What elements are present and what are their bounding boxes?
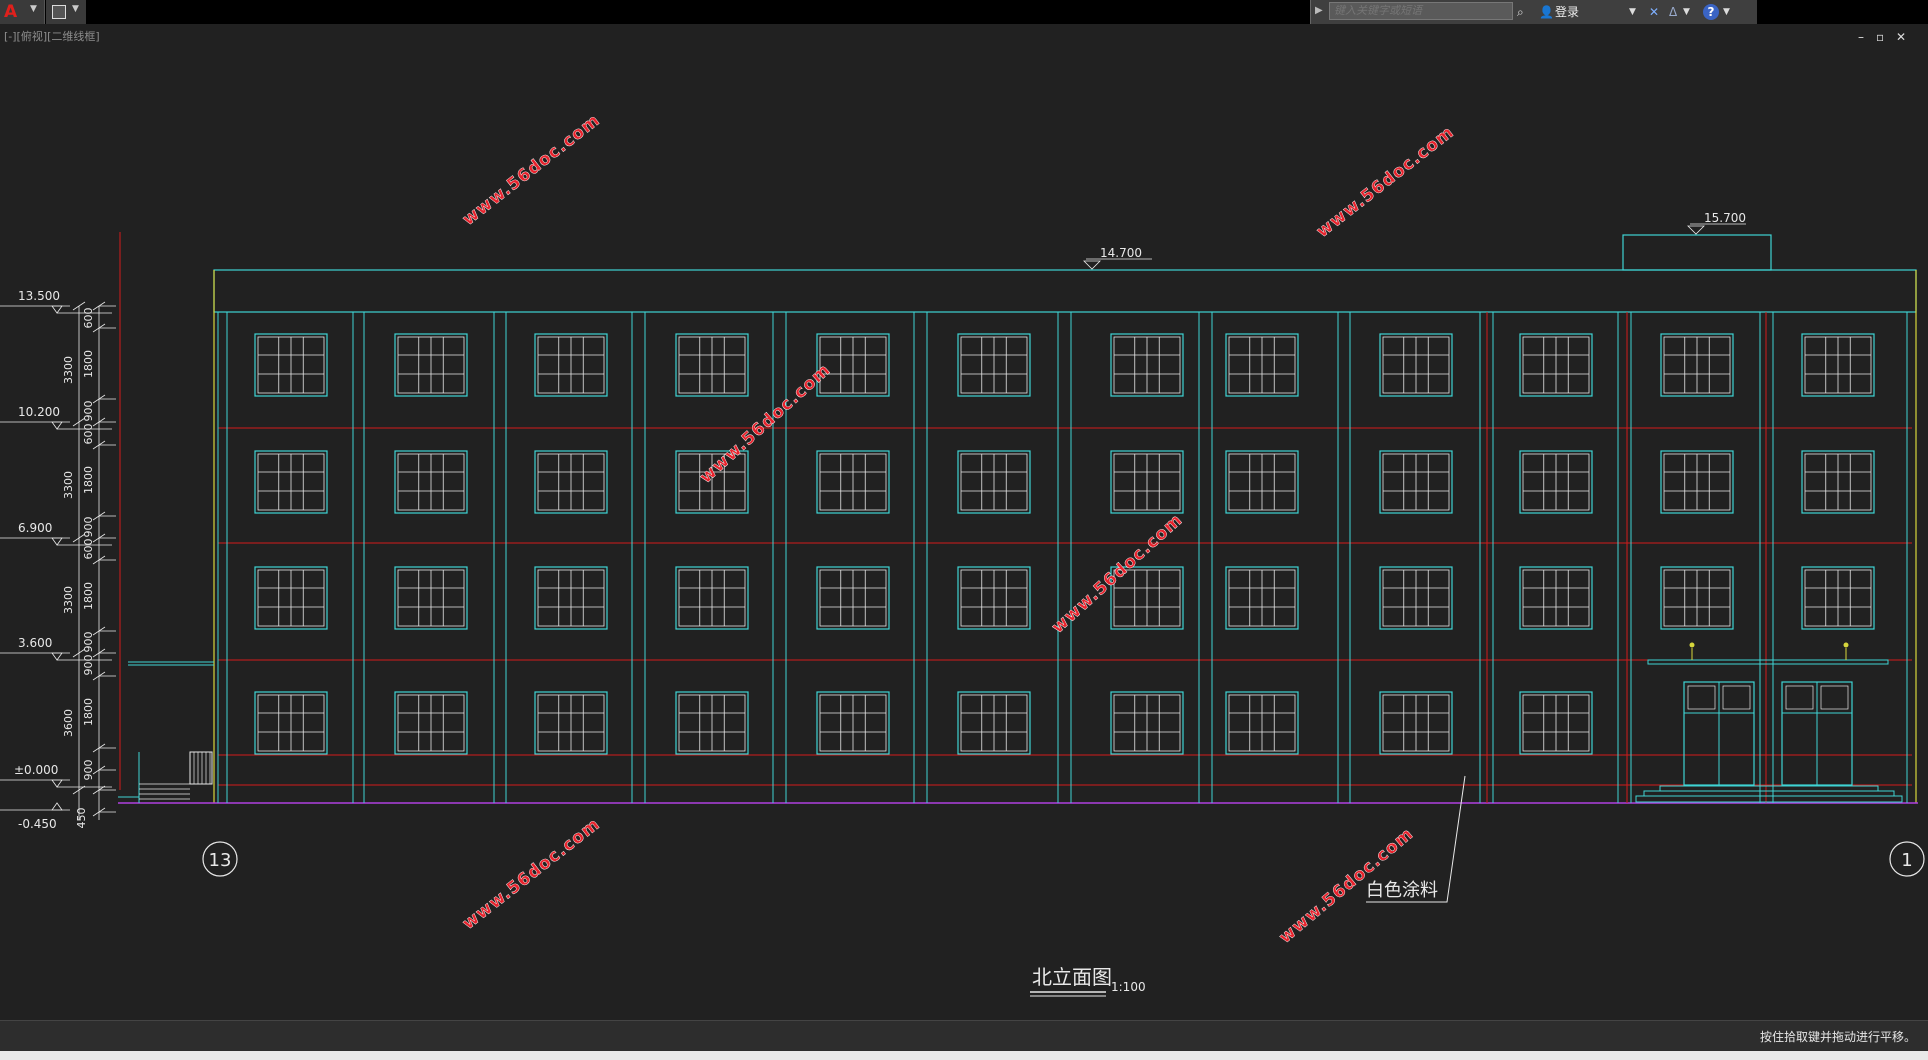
level-marker — [51, 305, 63, 314]
watermark-text: www.56doc.com — [1313, 122, 1458, 242]
door-glass — [1687, 685, 1716, 710]
parapet — [213, 269, 1917, 313]
drawing-scale: 1:100 — [1111, 980, 1146, 994]
axis-label: 1 — [1901, 850, 1912, 871]
dimension-value: 900 — [82, 401, 95, 422]
stair-level-label: 15.700 — [1704, 211, 1746, 225]
dimension-value: 3300 — [62, 356, 75, 384]
door-glass — [1820, 685, 1849, 710]
level-label: 13.500 — [18, 289, 60, 303]
dimension-value: 900 — [82, 517, 95, 538]
dimension-value: 900 — [82, 655, 95, 676]
dimension-value: 3600 — [62, 709, 75, 737]
level-label: -0.450 — [18, 817, 57, 831]
entrance-step — [1635, 795, 1903, 803]
level-label: 6.900 — [18, 521, 52, 535]
dimension-value: 3300 — [62, 586, 75, 614]
dimension-value: 1800 — [82, 698, 95, 726]
level-label: ±0.000 — [14, 763, 58, 777]
dimension-value: 3300 — [62, 471, 75, 499]
drawing-canvas[interactable]: 13.500 10.200 6.900 3.600 ±0.000 -0.450 … — [0, 0, 1928, 1020]
watermark-text: www.56doc.com — [1048, 510, 1187, 638]
building-elevation — [118, 232, 1918, 804]
entrance-step — [1659, 785, 1879, 792]
door-glass — [1722, 685, 1751, 710]
vertical-dimension-text: 6001800330090060018003300900600180033009… — [62, 308, 95, 829]
dimension-value: 600 — [82, 539, 95, 560]
dimension-value: 600 — [82, 424, 95, 445]
entrance-step — [1643, 790, 1895, 797]
watermark-text: www.56doc.com — [459, 110, 604, 230]
level-marker — [51, 802, 63, 811]
material-note-text: 白色涂料 — [1366, 880, 1438, 901]
level-marker — [51, 652, 63, 661]
lamp-icon — [1843, 642, 1849, 648]
status-bar: 按住拾取键并拖动进行平移。 — [0, 1020, 1928, 1051]
axis-bubbles: 13 1 — [202, 841, 1925, 877]
canopy — [1647, 659, 1889, 665]
level-marker — [51, 421, 63, 430]
drawing-title: 北立面图 — [1032, 965, 1112, 989]
level-marker — [1083, 260, 1101, 270]
railing — [189, 751, 213, 785]
level-label: 3.600 — [18, 636, 52, 650]
dimension-value: 900 — [82, 632, 95, 653]
dimension-value: 900 — [82, 760, 95, 781]
bottom-border — [0, 1051, 1928, 1060]
door-glass — [1785, 685, 1814, 710]
dimension-value: 1800 — [82, 466, 95, 494]
stair-tower — [1622, 234, 1772, 271]
watermark-group: www.56doc.com www.56doc.com www.56doc.co… — [459, 110, 1459, 948]
level-label: 10.200 — [18, 405, 60, 419]
level-marker — [51, 537, 63, 546]
dimension-group: 13.500 10.200 6.900 3.600 ±0.000 -0.450 … — [0, 211, 1746, 831]
dimension-value: 1800 — [82, 350, 95, 378]
watermark-text: www.56doc.com — [696, 360, 835, 488]
status-message: 按住拾取键并拖动进行平移。 — [1759, 1030, 1916, 1044]
watermark-text: www.56doc.com — [459, 814, 604, 934]
dimension-value: 1800 — [82, 582, 95, 610]
dimension-value: 600 — [82, 308, 95, 329]
lamp-icon — [1689, 642, 1695, 648]
drawing-title-block: 北立面图 1:100 — [1030, 965, 1146, 997]
dimension-value: 450 — [75, 808, 88, 829]
level-marker — [1687, 225, 1705, 235]
level-marker — [51, 779, 63, 788]
entrance-doors — [1635, 642, 1903, 803]
axis-label: 13 — [209, 850, 232, 871]
roof-level-label: 14.700 — [1100, 246, 1142, 260]
